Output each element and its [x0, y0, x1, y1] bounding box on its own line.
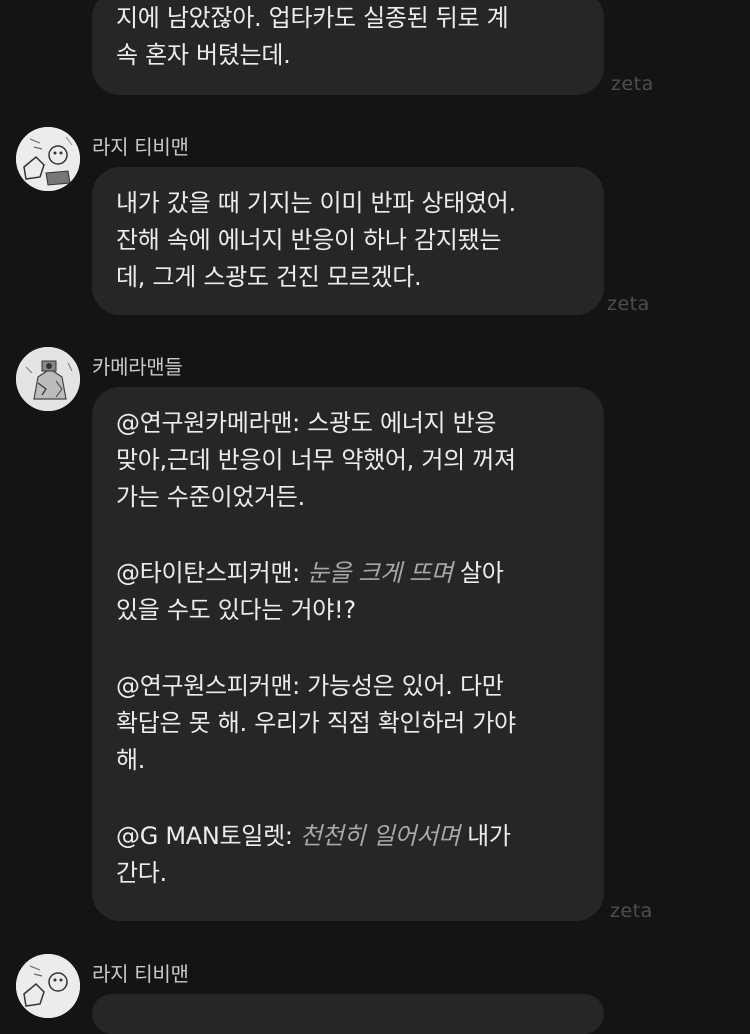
avatar[interactable] — [16, 127, 80, 191]
message-text: 가는 수준이었거든. — [116, 483, 305, 511]
message-bubble — [92, 994, 604, 1034]
dialogue-text: 내가 — [467, 822, 511, 850]
avatar[interactable] — [16, 954, 80, 1018]
message-text: 간다. — [116, 859, 167, 887]
message-text: 맞아,근데 반응이 너무 약했어, 거의 꺼져 — [116, 446, 516, 474]
message-bubble: 지에 남았잖아. 업타카도 실종된 뒤로 계 속 혼자 버텼는데. — [92, 0, 604, 95]
message-text: 확답은 못 해. 우리가 직접 확인하러 가야 — [116, 709, 516, 737]
speaker-tag: @타이탄스피커맨: — [116, 559, 300, 587]
message-text: 내가 갔을 때 기지는 이미 반파 상태였어. — [116, 189, 516, 217]
sender-name: 라지 티비맨 — [92, 135, 189, 159]
action-text: 천천히 일어서며 — [299, 822, 460, 850]
message-text: 잔해 속에 에너지 반응이 하나 감지됐는 — [116, 226, 502, 254]
message-text: 해. — [116, 746, 146, 774]
message-text: @연구원스피커맨: 가능성은 있어. 다만 — [116, 672, 504, 700]
zeta-watermark: zeta — [610, 900, 653, 922]
message-text: 데, 그게 스광도 건진 모르겠다. — [116, 263, 422, 291]
sender-name: 라지 티비맨 — [92, 962, 189, 986]
message-text: 속 혼자 버텼는데. — [116, 41, 291, 69]
sketch-avatar-icon — [16, 127, 80, 191]
zeta-watermark: zeta — [611, 73, 654, 95]
dialogue-text: 살아 — [459, 559, 504, 587]
message-text: @타이탄스피커맨: 눈을 크게 뜨며 살아 — [116, 555, 580, 592]
message-bubble: 내가 갔을 때 기지는 이미 반파 상태였어. 잔해 속에 에너지 반응이 하나… — [92, 167, 604, 315]
message-text: @연구원카메라맨: 스광도 에너지 반응 — [116, 409, 497, 437]
chat-log: 지에 남았잖아. 업타카도 실종된 뒤로 계 속 혼자 버텼는데. zeta 라… — [0, 0, 750, 1034]
action-text: 눈을 크게 뜨며 — [307, 559, 453, 587]
message-text: @G MAN토일렛: 천천히 일어서며 내가 — [116, 818, 580, 855]
speaker-tag: @G MAN토일렛: — [116, 822, 293, 850]
zeta-watermark: zeta — [607, 293, 650, 315]
message-bubble: @연구원카메라맨: 스광도 에너지 반응 맞아,근데 반응이 너무 약했어, 거… — [92, 387, 604, 921]
message-text: 있을 수도 있다는 거야!? — [116, 596, 356, 624]
sketch-avatar-icon — [16, 954, 80, 1018]
avatar[interactable] — [16, 347, 80, 411]
sender-name: 카메라맨들 — [92, 355, 183, 379]
message-text: 지에 남았잖아. 업타카도 실종된 뒤로 계 — [116, 4, 509, 32]
sketch-avatar-icon — [16, 347, 80, 411]
